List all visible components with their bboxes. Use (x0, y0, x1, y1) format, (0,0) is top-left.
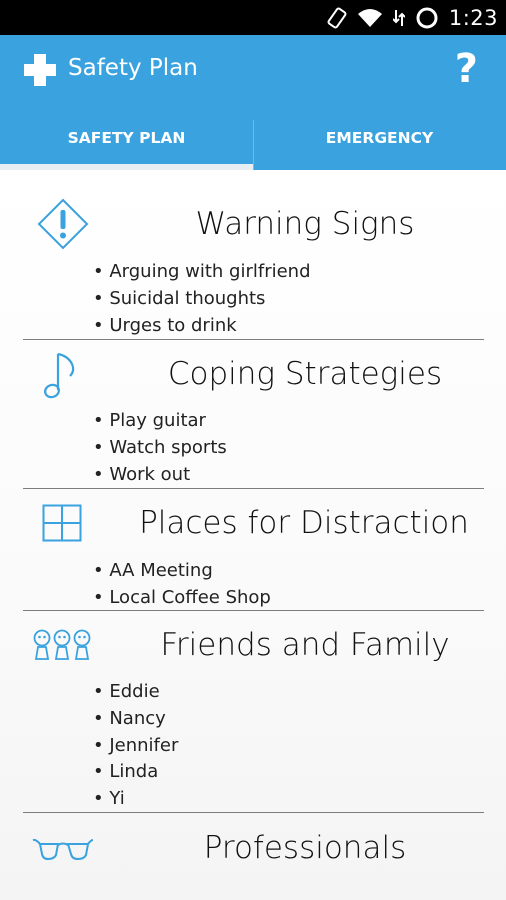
section-title-coping-strategies[interactable]: Coping Strategies (126, 356, 484, 392)
list-item: AA Meeting (93, 558, 271, 585)
wifi-icon (357, 8, 382, 27)
list-item: Watch sports (93, 435, 226, 462)
rotation-icon (327, 7, 347, 28)
status-icons: 1:23 (327, 0, 498, 35)
coping-strategies-list: Play guitar Watch sports Work out (93, 408, 227, 489)
section-divider (23, 610, 484, 611)
app-bar: Safety Plan ? SAFETY PLAN EMERGENCY (0, 35, 506, 170)
tab-emergency[interactable]: EMERGENCY (253, 120, 506, 170)
warning-signs-list: Arguing with girlfriend Suicidal thought… (93, 259, 311, 340)
app-title: Safety Plan (68, 55, 198, 81)
data-icon (392, 9, 405, 26)
list-item: Jennifer (93, 733, 178, 760)
section-title-professionals[interactable]: Professionals (126, 830, 484, 866)
section-divider (23, 812, 484, 813)
list-item: Suicidal thoughts (93, 286, 311, 313)
medical-cross-icon[interactable] (22, 52, 58, 88)
safety-plan-list[interactable]: Warning Signs Arguing with girlfriend Su… (0, 170, 506, 900)
section-divider (23, 339, 484, 340)
list-item: Play guitar (93, 408, 227, 435)
status-time: 1:23 (448, 5, 498, 30)
friends-list: Eddie Nancy Jennifer Linda Yi (93, 679, 178, 813)
places-list: AA Meeting Local Coffee Shop (93, 558, 271, 612)
help-button[interactable]: ? (455, 49, 478, 89)
list-item: Urges to drink (93, 313, 311, 340)
section-title-places-for-distraction[interactable]: Places for Distraction (125, 505, 483, 541)
list-item: Eddie (93, 679, 178, 706)
music-note-icon (44, 352, 75, 399)
tab-divider (253, 120, 254, 170)
list-item: Arguing with girlfriend (93, 259, 310, 286)
glasses-icon (32, 838, 94, 861)
window-icon (42, 504, 82, 542)
status-bar: 1:23 (0, 0, 506, 35)
tab-safety-plan[interactable]: SAFETY PLAN (0, 120, 253, 170)
tab-bar: SAFETY PLAN EMERGENCY (0, 120, 506, 170)
section-title-friends-and-family[interactable]: Friends and Family (126, 627, 484, 663)
list-item: Work out (93, 462, 227, 489)
list-item: Local Coffee Shop (93, 585, 271, 612)
list-item: Linda (93, 759, 178, 786)
alarm-icon (416, 7, 438, 28)
section-title-warning-signs[interactable]: Warning Signs (126, 206, 484, 242)
app-title-row: Safety Plan ? (0, 35, 506, 105)
section-divider (23, 488, 484, 489)
list-item: Yi (93, 786, 178, 813)
list-item: Nancy (93, 706, 178, 733)
people-icon (33, 629, 91, 660)
warning-diamond-icon (37, 198, 89, 250)
